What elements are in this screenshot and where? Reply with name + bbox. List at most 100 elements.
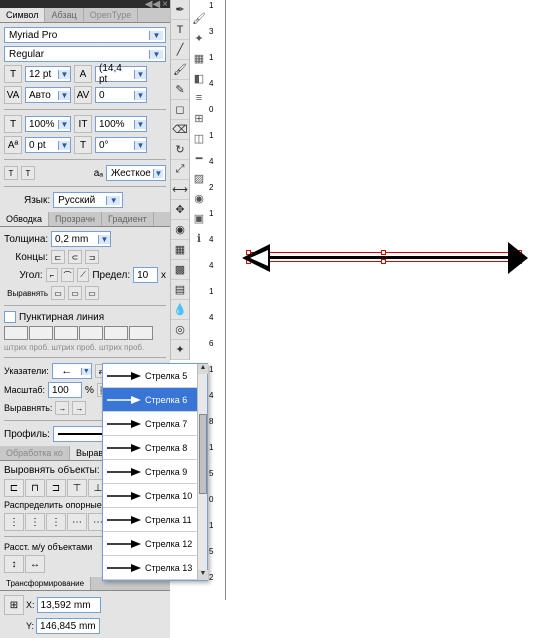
layers-icon[interactable]: ≡ — [190, 90, 208, 106]
align-center-icon[interactable]: ▭ — [51, 286, 65, 300]
line-tool-icon[interactable]: ╱ — [171, 40, 189, 60]
align-left-icon[interactable]: ⊏ — [4, 479, 24, 497]
selection-handle[interactable] — [381, 250, 386, 255]
selection-handle[interactable] — [381, 259, 386, 264]
tab-symbol[interactable]: Символ — [0, 8, 45, 22]
brushes-icon[interactable]: 🖌 — [190, 10, 208, 26]
canvas[interactable] — [226, 0, 533, 600]
y-input[interactable]: 146,845 mm — [36, 618, 100, 634]
font-size-input[interactable]: 12 pt ▼ — [25, 66, 71, 82]
gap-input[interactable] — [79, 326, 103, 340]
close-icon[interactable]: × — [162, 0, 168, 10]
info-icon[interactable]: ℹ — [190, 230, 208, 246]
scroll-down-icon[interactable]: ▼ — [198, 570, 208, 580]
strikethrough-icon[interactable]: T — [21, 166, 35, 180]
color-icon[interactable]: ◧ — [190, 70, 208, 86]
pathfinder-icon[interactable]: ◫ — [190, 130, 208, 146]
align-outside-icon[interactable]: ▭ — [85, 286, 99, 300]
rotate-tool-icon[interactable]: ↻ — [171, 140, 189, 160]
arrow-list-item[interactable]: Стрелка 5 — [103, 364, 207, 388]
stroke-icon[interactable]: ━ — [190, 150, 208, 166]
x-input[interactable]: 13,592 mm — [37, 597, 101, 613]
tab-gradient[interactable]: Градиент — [102, 212, 154, 226]
dash-input[interactable] — [104, 326, 128, 340]
arrow-list-item[interactable]: Стрелка 11 — [103, 508, 207, 532]
symbol-tool-icon[interactable]: ✦ — [171, 340, 189, 360]
font-family-dropdown[interactable]: Myriad Pro ▼ — [4, 27, 166, 43]
eyedropper-icon[interactable]: 💧 — [171, 300, 189, 320]
weight-input[interactable]: 0,2 mm ▼ — [51, 231, 111, 247]
appearance-icon[interactable]: ◉ — [190, 190, 208, 206]
width-tool-icon[interactable]: ⟷ — [171, 180, 189, 200]
tab-transparency[interactable]: Прозрачн — [49, 212, 102, 226]
shape-tool-icon[interactable]: ◻ — [171, 100, 189, 120]
tab-opentype[interactable]: OpenType — [84, 8, 139, 22]
scroll-up-icon[interactable]: ▲ — [198, 364, 208, 374]
pencil-tool-icon[interactable]: ✎ — [171, 80, 189, 100]
align-arrow-1-icon[interactable]: → — [55, 401, 69, 415]
arrow-list-item[interactable]: Стрелка 12 — [103, 532, 207, 556]
align-inside-icon[interactable]: ▭ — [68, 286, 82, 300]
transparency-icon[interactable]: ▨ — [190, 170, 208, 186]
arrow-list-item[interactable]: Стрелка 9 — [103, 460, 207, 484]
cap-square-icon[interactable]: ⊐ — [85, 250, 99, 264]
gradient-tool-icon[interactable]: ▤ — [171, 280, 189, 300]
selected-arrow-object[interactable] — [236, 248, 526, 268]
dash-checkbox[interactable] — [4, 311, 16, 323]
tracking-input[interactable]: 0 ▼ — [95, 87, 147, 103]
symbols-icon[interactable]: ✦ — [190, 30, 208, 46]
eraser-tool-icon[interactable]: ⌫ — [171, 120, 189, 140]
free-transform-icon[interactable]: ✥ — [171, 200, 189, 220]
kerning-input[interactable]: Авто ▼ — [25, 87, 71, 103]
swatches-icon[interactable]: ▦ — [190, 50, 208, 66]
dist-3-icon[interactable]: ⋮ — [46, 513, 66, 531]
type-tool-icon[interactable]: T — [171, 20, 189, 40]
tab-paragraph[interactable]: Абзац — [45, 8, 83, 22]
shape-builder-icon[interactable]: ◉ — [171, 220, 189, 240]
arrow-list-item[interactable]: Стрелка 7 — [103, 412, 207, 436]
limit-input[interactable]: 10 — [133, 267, 158, 283]
arrow-list-item[interactable]: Стрелка 8 — [103, 436, 207, 460]
blend-tool-icon[interactable]: ◎ — [171, 320, 189, 340]
rotation-input[interactable]: 0° ▼ — [95, 137, 147, 153]
tab-transform[interactable]: Трансформирование — [0, 577, 91, 590]
align-top-icon[interactable]: ⊤ — [67, 479, 87, 497]
arrow-list-item[interactable]: Стрелка 10 — [103, 484, 207, 508]
scale-input[interactable]: 100 — [48, 382, 82, 398]
dash-input[interactable] — [4, 326, 28, 340]
align-arrow-2-icon[interactable]: → — [72, 401, 86, 415]
language-dropdown[interactable]: Русский ▼ — [53, 192, 123, 208]
hscale-input[interactable]: 100% ▼ — [25, 116, 71, 132]
align-right-icon[interactable]: ⊐ — [46, 479, 66, 497]
font-style-dropdown[interactable]: Regular ▼ — [4, 46, 166, 62]
cap-butt-icon[interactable]: ⊏ — [51, 250, 65, 264]
cap-round-icon[interactable]: ⊂ — [68, 250, 82, 264]
align-icon[interactable]: ⊞ — [190, 110, 208, 126]
brush-tool-icon[interactable]: 🖌 — [171, 60, 189, 80]
dist-2-icon[interactable]: ⋮ — [25, 513, 45, 531]
underline-icon[interactable]: T — [4, 166, 18, 180]
hinting-dropdown[interactable]: Жесткое ▼ — [106, 165, 166, 181]
dist-1-icon[interactable]: ⋮ — [4, 513, 24, 531]
tab-process[interactable]: Обработка ко — [0, 446, 70, 460]
join-round-icon[interactable]: ⌒ — [61, 268, 74, 282]
join-bevel-icon[interactable]: ⟋ — [77, 268, 90, 282]
scale-tool-icon[interactable]: ⤢ — [171, 160, 189, 180]
collapse-icon[interactable]: ◀◀ — [145, 0, 160, 10]
space-v-icon[interactable]: ↕ — [4, 555, 24, 573]
dash-input[interactable] — [54, 326, 78, 340]
mesh-tool-icon[interactable]: ▩ — [171, 260, 189, 280]
gap-input[interactable] — [129, 326, 153, 340]
space-h-icon[interactable]: ↔ — [25, 555, 45, 573]
perspective-icon[interactable]: ▦ — [171, 240, 189, 260]
scroll-thumb[interactable] — [199, 414, 207, 494]
arrow-list-item[interactable]: Стрелка 6 — [103, 388, 207, 412]
graphicstyles-icon[interactable]: ▣ — [190, 210, 208, 226]
vscale-input[interactable]: 100% ▼ — [95, 116, 147, 132]
scrollbar[interactable]: ▲ ▼ — [197, 364, 207, 580]
arrow-list-item[interactable]: Стрелка 13 — [103, 556, 207, 580]
join-miter-icon[interactable]: ⌐ — [46, 268, 59, 282]
leading-input[interactable]: (14,4 pt ▼ — [95, 66, 147, 82]
tab-stroke[interactable]: Обводка — [0, 212, 49, 226]
pen-tool-icon[interactable]: ✒ — [171, 0, 189, 20]
